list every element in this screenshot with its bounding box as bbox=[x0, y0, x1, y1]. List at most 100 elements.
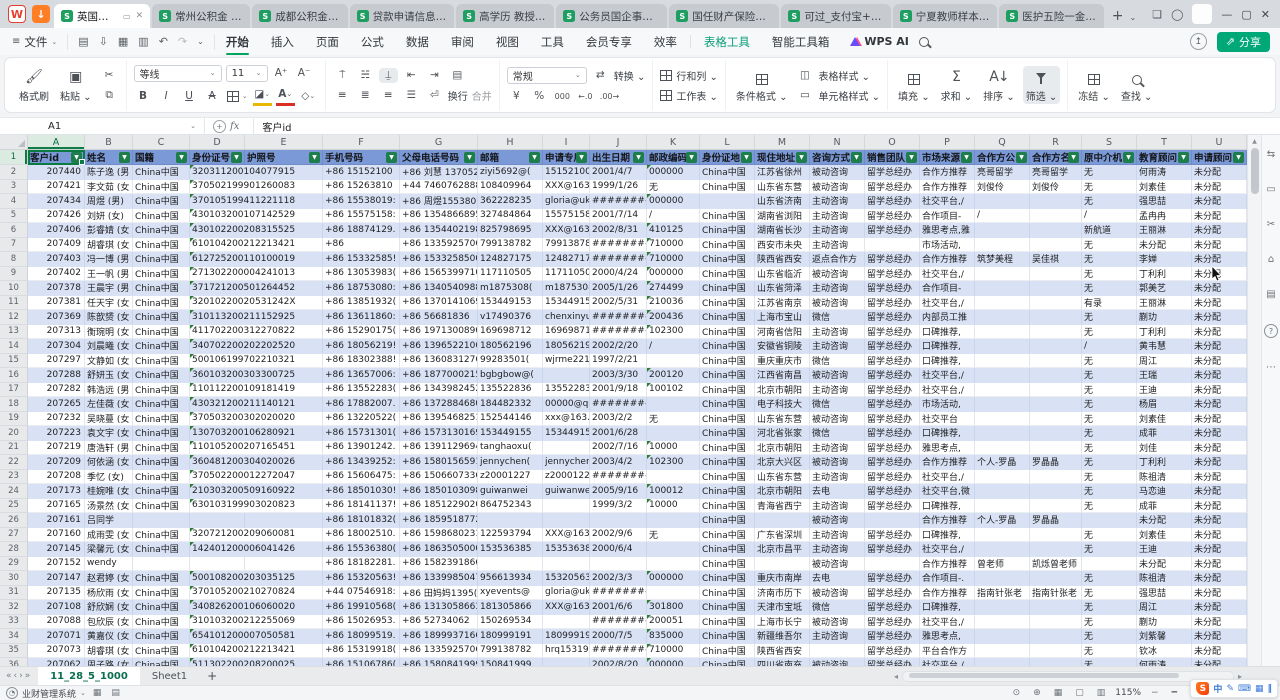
cell[interactable]: 未分配 bbox=[1192, 383, 1247, 398]
avatar[interactable] bbox=[1192, 4, 1212, 24]
cell[interactable]: +86 1339985047! bbox=[400, 571, 478, 586]
row-number[interactable]: 13 bbox=[0, 325, 28, 340]
row-number[interactable]: 14 bbox=[0, 339, 28, 354]
cell[interactable]: ######### bbox=[590, 310, 647, 325]
cell[interactable]: 亮哥留学 bbox=[975, 165, 1030, 180]
bold-button[interactable]: B bbox=[134, 89, 153, 104]
search-icon[interactable] bbox=[919, 37, 929, 47]
cell[interactable]: / bbox=[1082, 339, 1137, 354]
find-button[interactable]: 查找 ⌄ bbox=[1118, 66, 1156, 104]
underline-button[interactable]: U bbox=[180, 89, 199, 104]
cell[interactable]: 马恋迪 bbox=[1137, 484, 1192, 499]
cell[interactable]: 合作方推荐 bbox=[920, 252, 975, 267]
cell[interactable]: z20001227 bbox=[478, 470, 543, 485]
cell[interactable]: +86 1971300890 bbox=[400, 325, 478, 340]
ime-more-icon[interactable]: ‖ bbox=[1268, 684, 1273, 694]
cell[interactable]: 180562196 bbox=[478, 339, 543, 354]
cell[interactable]: 留学总经办 bbox=[865, 542, 920, 557]
cell[interactable]: 济南市历下 bbox=[755, 586, 810, 601]
cell[interactable]: 122593794 bbox=[478, 528, 543, 543]
cell[interactable]: 唐浩轩 (男 bbox=[85, 441, 133, 456]
cell[interactable]: +86 1859518772( bbox=[400, 513, 478, 528]
cell[interactable]: 留学总经办 bbox=[865, 484, 920, 499]
cell[interactable]: 吴佳祺 bbox=[1030, 252, 1082, 267]
menu-item-效率[interactable]: 效率 bbox=[643, 29, 688, 55]
cell[interactable]: 成菲 bbox=[1137, 499, 1192, 514]
cell[interactable]: 上海市长宁 bbox=[755, 615, 810, 630]
cell[interactable]: 2002/2/20 bbox=[590, 339, 647, 354]
cell[interactable]: China中国 bbox=[133, 194, 190, 209]
row-number[interactable]: 12 bbox=[0, 310, 28, 325]
cell[interactable] bbox=[1030, 325, 1082, 340]
window-icon[interactable]: ▭ bbox=[1266, 184, 1275, 195]
column-header-J[interactable]: J bbox=[590, 135, 647, 149]
cell[interactable]: 四川省南充 bbox=[755, 658, 810, 666]
cell[interactable]: 207165 bbox=[28, 499, 85, 514]
cell[interactable]: 710000 bbox=[647, 644, 700, 659]
filter-dropdown-icon[interactable]: ▼ bbox=[1123, 152, 1134, 163]
row-number[interactable]: 30 bbox=[0, 571, 28, 586]
cell[interactable] bbox=[543, 441, 590, 456]
cell[interactable]: v17490376 bbox=[478, 310, 543, 325]
cell[interactable]: China中国 bbox=[133, 209, 190, 224]
cell[interactable]: 1999/1/26 bbox=[590, 180, 647, 195]
cell[interactable]: 合作项目- bbox=[920, 281, 975, 296]
cell[interactable]: 主动咨询 bbox=[810, 238, 865, 253]
cell[interactable]: 无 bbox=[1082, 600, 1137, 615]
filter-dropdown-icon[interactable]: ▼ bbox=[309, 152, 320, 163]
cell[interactable]: +86 18182281. bbox=[323, 557, 400, 572]
tab-close-icon[interactable]: ✕ bbox=[136, 11, 144, 21]
cell[interactable]: 强思喆 bbox=[1137, 194, 1192, 209]
filter-button[interactable]: 筛选 ⌄ bbox=[1023, 66, 1061, 104]
cell[interactable]: 社交平台,/ bbox=[920, 542, 975, 557]
cell[interactable] bbox=[975, 644, 1030, 659]
cell[interactable]: 10000 bbox=[647, 441, 700, 456]
cell[interactable]: 110105200207165451 bbox=[190, 441, 323, 456]
cell[interactable]: 留学总经办 bbox=[865, 325, 920, 340]
align-middle-icon[interactable]: ☵ bbox=[356, 68, 375, 83]
cell[interactable]: jennychen( bbox=[543, 455, 590, 470]
cell[interactable]: 留学总经办 bbox=[865, 180, 920, 195]
header-cell[interactable]: 申请顾问▼ bbox=[1192, 150, 1247, 165]
cell[interactable] bbox=[975, 310, 1030, 325]
cell[interactable]: 99283501( bbox=[478, 354, 543, 369]
cell[interactable] bbox=[647, 470, 700, 485]
cell[interactable]: 桂婉唯 (女 bbox=[85, 484, 133, 499]
cell[interactable] bbox=[590, 513, 647, 528]
cell[interactable] bbox=[1030, 209, 1082, 224]
cell[interactable] bbox=[975, 397, 1030, 412]
cell[interactable]: +86 15106786( bbox=[323, 658, 400, 666]
cell[interactable]: +86 1370141069: bbox=[400, 296, 478, 311]
row-number[interactable]: 35 bbox=[0, 644, 28, 659]
cell[interactable]: 留学总经办 bbox=[865, 426, 920, 441]
home-icon[interactable]: ⌂ bbox=[1268, 254, 1274, 265]
cell[interactable]: China中国 bbox=[700, 441, 755, 456]
row-number[interactable]: 22 bbox=[0, 455, 28, 470]
cell[interactable]: 李文茹 (女 bbox=[85, 180, 133, 195]
cell[interactable]: China中国 bbox=[700, 252, 755, 267]
freeze-button[interactable]: 冻结 ⌄ bbox=[1075, 66, 1113, 104]
file-tab[interactable]: S高学历 教授.xlsx bbox=[456, 4, 554, 28]
cell[interactable]: 被动咨询 bbox=[810, 615, 865, 630]
row-number[interactable]: 3 bbox=[0, 180, 28, 195]
cell[interactable]: 610104200212213421 bbox=[190, 644, 323, 659]
header-cell[interactable]: 姓名▼ bbox=[85, 150, 133, 165]
cell[interactable]: 340702200202202520 bbox=[190, 339, 323, 354]
sheet-tab-11_28_5_1000[interactable]: 11_28_5_1000 bbox=[38, 667, 140, 685]
close-button[interactable]: ✕ bbox=[1261, 8, 1270, 21]
italic-button[interactable]: I bbox=[157, 89, 176, 104]
cell[interactable]: China中国 bbox=[700, 368, 755, 383]
cell[interactable]: 雅思考点,雅 bbox=[920, 223, 975, 238]
cell[interactable]: China中国 bbox=[133, 586, 190, 601]
cell[interactable]: 207108 bbox=[28, 600, 85, 615]
cell[interactable]: 100102 bbox=[647, 383, 700, 398]
cell[interactable]: 未分配 bbox=[1137, 238, 1192, 253]
cell[interactable] bbox=[1030, 470, 1082, 485]
cell[interactable]: 207073 bbox=[28, 644, 85, 659]
cell[interactable]: 无 bbox=[1082, 484, 1137, 499]
cell[interactable]: 无 bbox=[1082, 586, 1137, 601]
cell[interactable]: 刘素佳 bbox=[1137, 412, 1192, 427]
cell[interactable]: 山东省菏泽 bbox=[755, 281, 810, 296]
cell[interactable]: 主动咨询 bbox=[810, 383, 865, 398]
cell[interactable]: 平台合作方 bbox=[920, 644, 975, 659]
